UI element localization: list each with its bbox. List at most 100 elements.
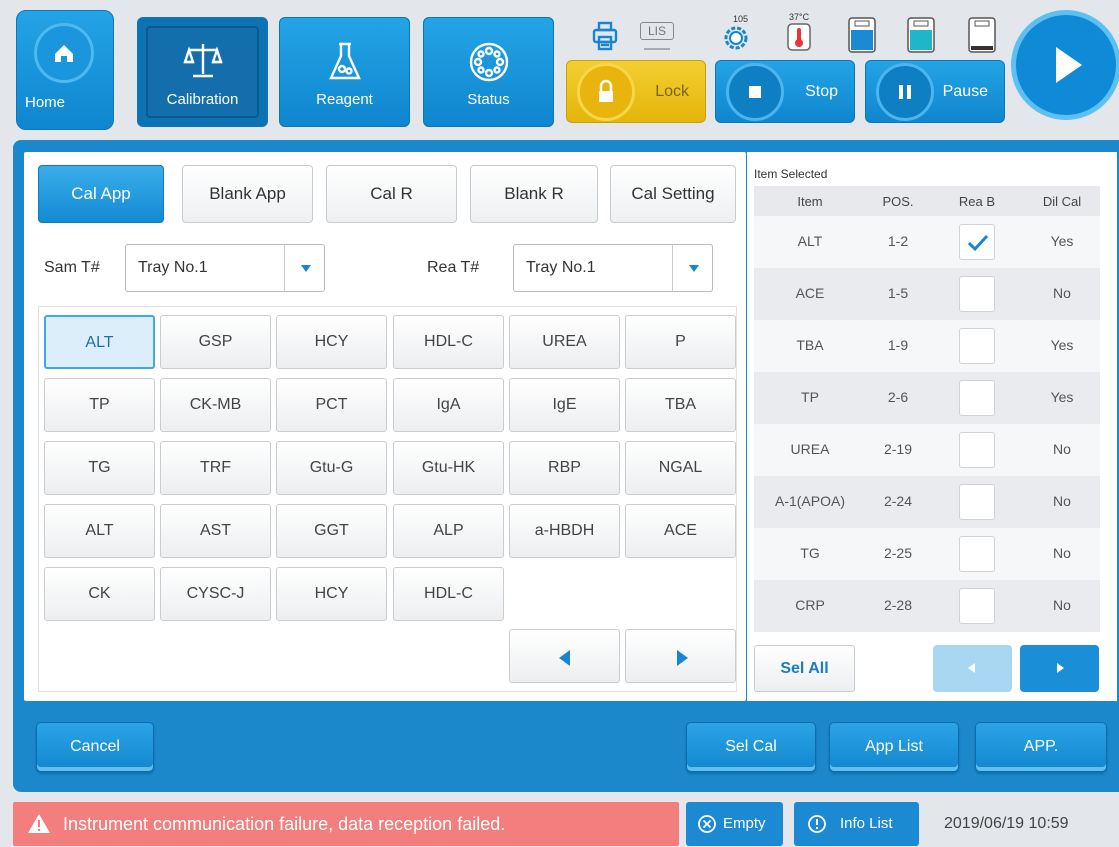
start-button[interactable] — [1011, 10, 1119, 120]
table-row[interactable]: TP 2-6 Yes — [754, 372, 1100, 424]
cell-pos: 2-19 — [883, 441, 913, 457]
table-row[interactable]: CRP 2-28 No — [754, 580, 1100, 632]
item-button[interactable]: P — [625, 315, 736, 369]
lock-button[interactable]: Lock — [566, 60, 706, 123]
rea-b-checkbox[interactable] — [959, 276, 995, 312]
tab-blank-app[interactable]: Blank App — [182, 165, 313, 223]
reagent-bottle-icon — [848, 17, 876, 53]
item-button[interactable]: Gtu-HK — [393, 441, 504, 495]
select-all-button[interactable]: Sel All — [754, 645, 855, 692]
table-row[interactable]: TG 2-25 No — [754, 528, 1100, 580]
table-next-page-button[interactable] — [1020, 645, 1099, 692]
item-button[interactable]: Gtu-G — [276, 441, 387, 495]
reagent-tray-select[interactable]: Tray No.1 — [513, 244, 713, 292]
item-button[interactable]: a-HBDH — [509, 504, 620, 558]
disk-temp-value: 37°C — [789, 12, 810, 22]
cell-pos: 1-5 — [887, 285, 909, 301]
item-button[interactable]: ALT — [44, 504, 155, 558]
cell-dil-cal: Yes — [1050, 233, 1074, 249]
item-button[interactable]: RBP — [509, 441, 620, 495]
thermometer-icon — [787, 23, 811, 51]
item-button[interactable]: CK-MB — [160, 378, 271, 432]
sample-tray-select[interactable]: Tray No.1 — [125, 244, 325, 292]
alarm-banner[interactable]: Instrument communication failure, data r… — [13, 802, 679, 846]
rea-b-checkbox[interactable] — [959, 224, 995, 260]
cell-item: ACE — [795, 285, 825, 301]
item-button[interactable]: GGT — [276, 504, 387, 558]
table-prev-page-button[interactable] — [933, 645, 1012, 692]
stop-label: Stop — [805, 83, 838, 100]
item-button[interactable]: HDL-C — [393, 315, 504, 369]
tab-cal-setting[interactable]: Cal Setting — [610, 165, 736, 223]
empty-label: Empty — [723, 815, 766, 832]
lock-icon — [599, 79, 613, 102]
pause-button[interactable]: Pause — [865, 60, 1005, 123]
app-button[interactable]: APP. — [975, 722, 1107, 772]
flask-icon — [328, 42, 361, 80]
item-button[interactable]: IgE — [509, 378, 620, 432]
nav-status-button[interactable]: Status — [423, 17, 554, 127]
item-button[interactable]: TP — [44, 378, 155, 432]
grid-prev-page-button[interactable] — [509, 629, 620, 683]
rea-b-checkbox[interactable] — [959, 328, 995, 364]
nav-calibration-button[interactable]: Calibration — [137, 17, 268, 127]
tab-cal-r[interactable]: Cal R — [326, 165, 457, 223]
item-button[interactable]: CYSC-J — [160, 567, 271, 621]
item-button[interactable]: GSP — [160, 315, 271, 369]
balance-scale-icon — [182, 44, 223, 78]
table-row[interactable]: A-1(APOA) 2-24 No — [754, 476, 1100, 528]
item-button[interactable]: TRF — [160, 441, 271, 495]
home-icon-circle — [34, 23, 94, 83]
dropdown-arrow-icon — [284, 245, 324, 291]
item-button[interactable]: AST — [160, 504, 271, 558]
lis-icon[interactable]: LIS — [640, 22, 674, 50]
table-row[interactable]: UREA 2-19 No — [754, 424, 1100, 476]
cell-item: CRP — [795, 597, 825, 613]
item-button[interactable]: ALT — [44, 315, 155, 369]
home-button[interactable]: Home — [16, 10, 114, 130]
cell-dil-cal: No — [1053, 285, 1071, 301]
table-row[interactable]: ALT 1-2 Yes — [754, 216, 1100, 268]
item-button[interactable]: NGAL — [625, 441, 736, 495]
stop-button[interactable]: Stop — [715, 60, 855, 123]
nav-reagent-button[interactable]: Reagent — [279, 17, 410, 127]
sel-cal-button[interactable]: Sel Cal — [686, 722, 816, 772]
rea-b-checkbox[interactable] — [959, 536, 995, 572]
app-list-button[interactable]: App List — [829, 722, 959, 772]
printer-icon[interactable] — [590, 20, 620, 52]
item-button[interactable]: HCY — [276, 315, 387, 369]
item-button[interactable]: UREA — [509, 315, 620, 369]
item-button[interactable]: IgA — [393, 378, 504, 432]
item-button[interactable]: TBA — [625, 378, 736, 432]
item-button[interactable]: PCT — [276, 378, 387, 432]
item-button[interactable]: TG — [44, 441, 155, 495]
wash-bottle-icon — [907, 17, 935, 53]
cell-dil-cal: Yes — [1050, 389, 1074, 405]
selected-table-header: Item POS. Rea B Dil Cal — [754, 186, 1100, 216]
rea-b-checkbox[interactable] — [959, 588, 995, 624]
info-list-button[interactable]: Info List — [794, 802, 919, 846]
date-time: 2019/06/19 10:59 — [944, 815, 1069, 832]
col-item-header: Item — [797, 194, 823, 209]
item-button[interactable]: ALP — [393, 504, 504, 558]
col-dil-cal-header: Dil Cal — [1042, 194, 1082, 209]
pause-icon — [899, 85, 911, 99]
grid-next-page-button[interactable] — [625, 629, 736, 683]
rea-b-checkbox[interactable] — [959, 484, 995, 520]
lock-label: Lock — [655, 83, 689, 100]
item-button[interactable]: HDL-C — [393, 567, 504, 621]
cell-dil-cal: No — [1053, 493, 1071, 509]
cancel-button[interactable]: Cancel — [36, 722, 154, 772]
dropdown-arrow-icon — [672, 245, 712, 291]
cell-pos: 2-25 — [883, 545, 913, 561]
table-row[interactable]: ACE 1-5 No — [754, 268, 1100, 320]
empty-button[interactable]: Empty — [686, 802, 783, 846]
tab-blank-r[interactable]: Blank R — [470, 165, 598, 223]
item-button[interactable]: CK — [44, 567, 155, 621]
item-button[interactable]: HCY — [276, 567, 387, 621]
tab-cal-app[interactable]: Cal App — [38, 165, 164, 223]
item-button[interactable]: ACE — [625, 504, 736, 558]
rea-b-checkbox[interactable] — [959, 432, 995, 468]
rea-b-checkbox[interactable] — [959, 380, 995, 416]
table-row[interactable]: TBA 1-9 Yes — [754, 320, 1100, 372]
